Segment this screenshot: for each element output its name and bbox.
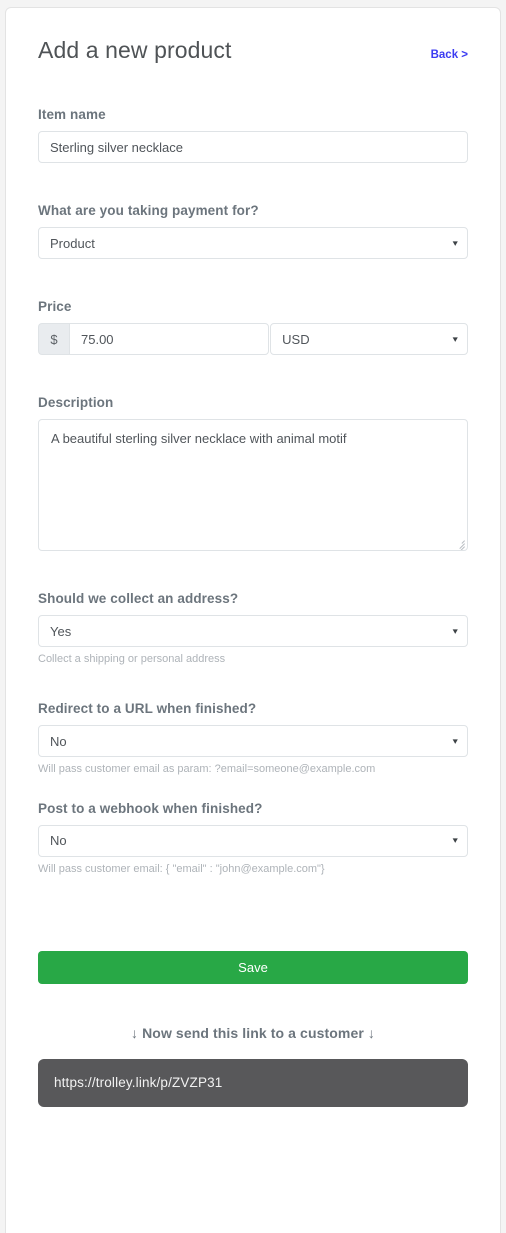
collect-address-select[interactable]: Yes ▾ <box>38 615 468 648</box>
save-button[interactable]: Save <box>38 950 468 984</box>
share-link-url: https://trolley.link/p/ZVZP31 <box>54 1075 223 1091</box>
currency-value: USD <box>282 331 310 347</box>
field-payment-for: What are you taking payment for? Product… <box>38 203 468 260</box>
field-item-name: Item name Sterling silver necklace <box>38 107 468 164</box>
collect-address-value: Yes <box>50 623 72 639</box>
item-name-input[interactable]: Sterling silver necklace <box>38 131 468 164</box>
price-amount-input[interactable]: 75.00 <box>69 323 270 356</box>
currency-select[interactable]: USD ▾ <box>270 323 468 356</box>
item-name-label: Item name <box>38 107 106 123</box>
field-price: Price $ 75.00 USD ▾ <box>38 299 468 356</box>
description-label: Description <box>38 395 114 411</box>
price-amount-group: $ 75.00 <box>38 323 270 356</box>
redirect-url-select[interactable]: No ▾ <box>38 725 468 758</box>
chevron-down-icon: ▾ <box>453 735 459 746</box>
page-root: Add a new product Back > Item name Sterl… <box>0 0 506 1233</box>
chevron-down-icon: ▾ <box>453 625 459 636</box>
description-value: A beautiful sterling silver necklace wit… <box>51 431 347 447</box>
redirect-url-hint: Will pass customer email as param: ?emai… <box>38 763 376 776</box>
price-input-group: $ 75.00 USD ▾ <box>38 323 468 356</box>
payment-for-select[interactable]: Product ▾ <box>38 227 468 260</box>
price-label: Price <box>38 299 72 315</box>
redirect-url-label: Redirect to a URL when finished? <box>38 701 257 717</box>
card-header: Add a new product Back > <box>38 37 468 63</box>
payment-for-value: Product <box>50 235 95 251</box>
description-textarea[interactable]: A beautiful sterling silver necklace wit… <box>38 419 468 552</box>
field-description: Description A beautiful sterling silver … <box>38 395 468 552</box>
webhook-value: No <box>50 833 67 849</box>
field-redirect-url: Redirect to a URL when finished? No ▾ Wi… <box>38 701 468 777</box>
chevron-down-icon: ▾ <box>453 237 459 248</box>
back-link[interactable]: Back > <box>431 49 468 63</box>
webhook-hint: Will pass customer email: { "email" : "j… <box>38 862 325 875</box>
redirect-url-value: No <box>50 733 67 749</box>
payment-for-label: What are you taking payment for? <box>38 203 259 219</box>
currency-symbol-addon: $ <box>38 323 69 356</box>
share-link-heading: ↓ Now send this link to a customer ↓ <box>131 1024 375 1041</box>
webhook-select[interactable]: No ▾ <box>38 824 468 857</box>
field-collect-address: Should we collect an address? Yes ▾ Coll… <box>38 591 468 667</box>
chevron-down-icon: ▾ <box>453 835 459 846</box>
collect-address-hint: Collect a shipping or personal address <box>38 653 226 666</box>
page-title: Add a new product <box>38 37 232 63</box>
share-link-box[interactable]: https://trolley.link/p/ZVZP31 <box>38 1058 468 1107</box>
field-webhook: Post to a webhook when finished? No ▾ Wi… <box>38 801 468 877</box>
add-product-card: Add a new product Back > Item name Sterl… <box>5 7 501 1233</box>
chevron-down-icon: ▾ <box>453 333 459 344</box>
resize-handle-icon[interactable] <box>454 537 465 551</box>
collect-address-label: Should we collect an address? <box>38 591 239 607</box>
webhook-label: Post to a webhook when finished? <box>38 800 263 816</box>
